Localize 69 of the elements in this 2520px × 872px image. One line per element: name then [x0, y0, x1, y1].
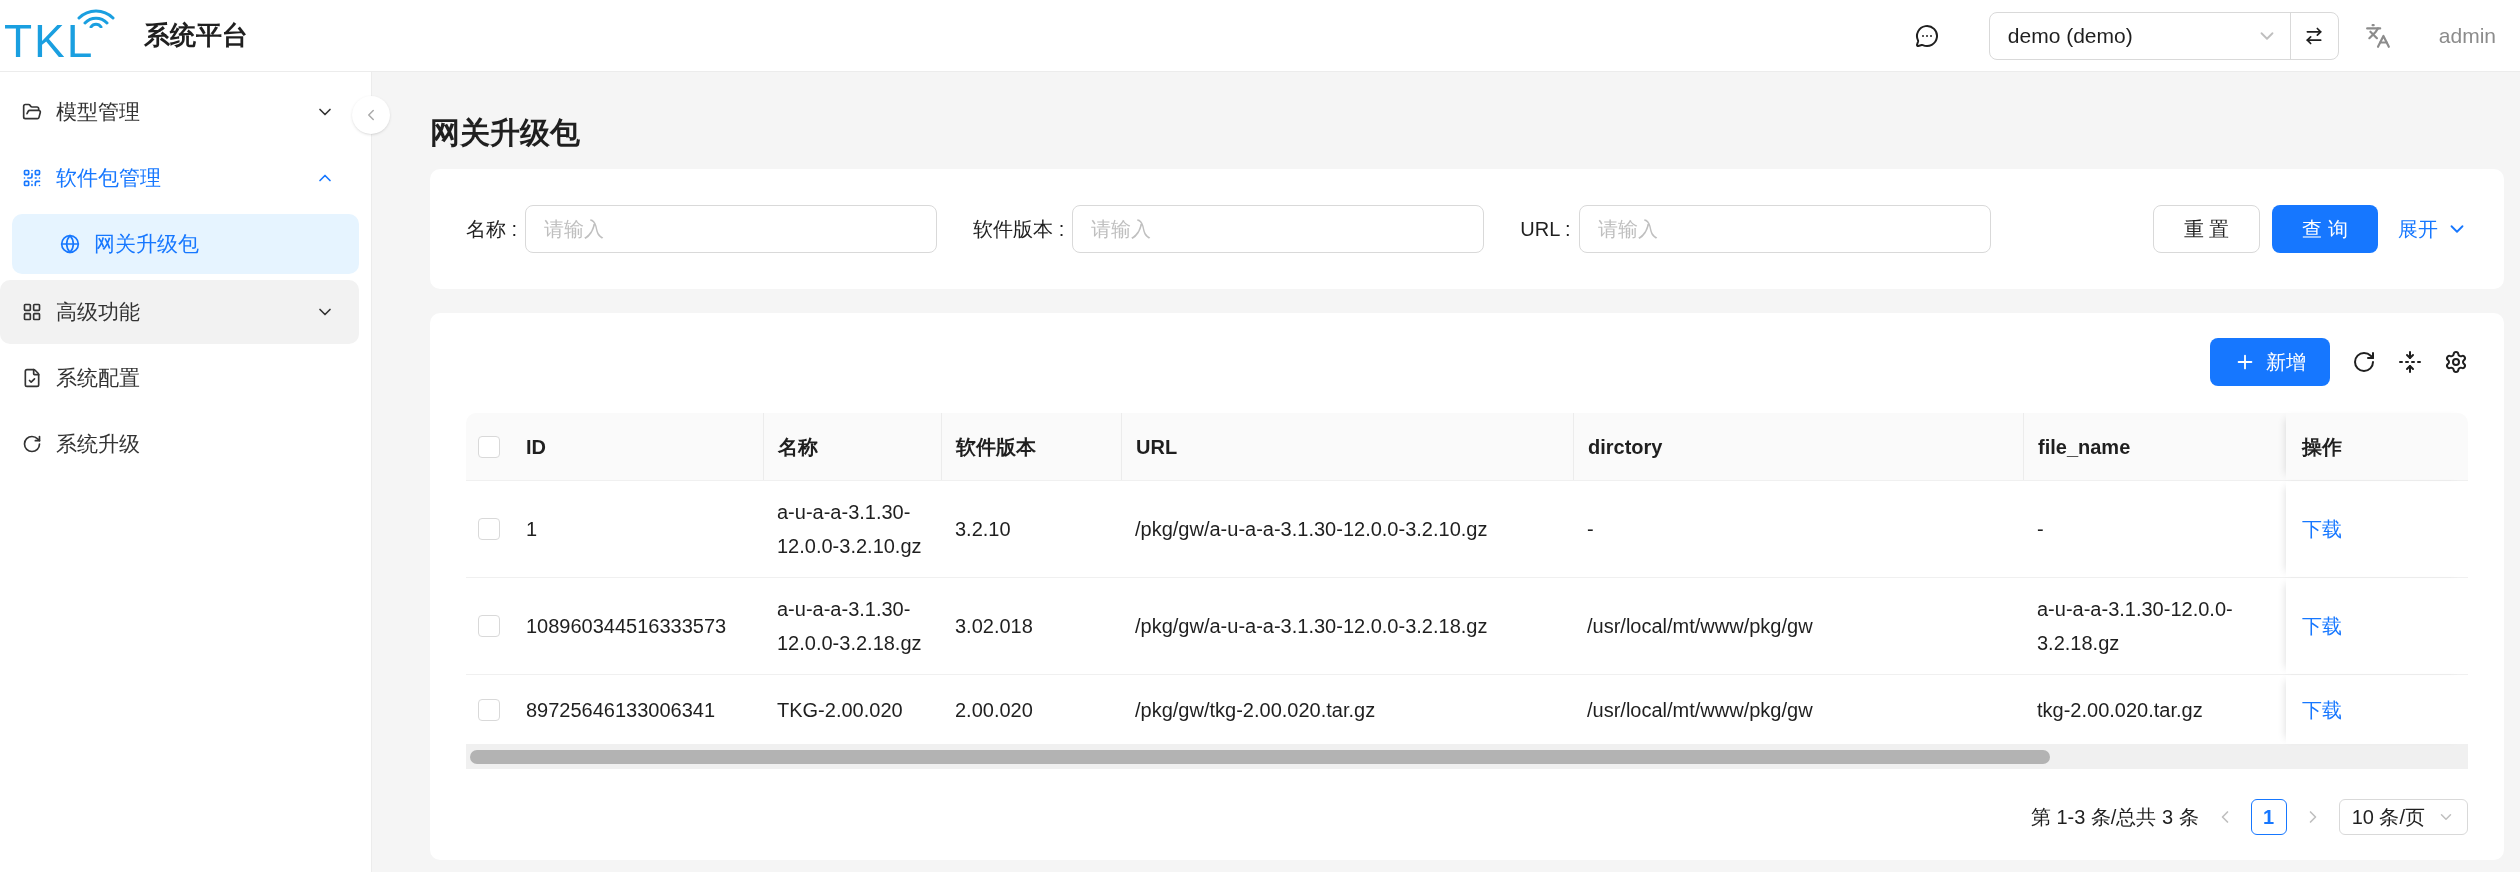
table-cell: a-u-a-a-3.1.30-12.0.0-3.2.10.gz [777, 501, 922, 557]
menu-icon [22, 168, 42, 188]
page-size-select[interactable]: 10 条/页 [2338, 799, 2468, 835]
field-label: URL : [1520, 217, 1571, 242]
chat-icon[interactable] [1914, 23, 1939, 48]
input-field[interactable]: 请输入 [1072, 205, 1485, 253]
table-cell: - [2037, 518, 2044, 540]
input-field[interactable]: 请输入 [1578, 205, 1991, 253]
menu-item[interactable]: 系统配置 [12, 346, 359, 410]
column-header: 名称 [778, 434, 818, 460]
collapse-button[interactable] [352, 96, 390, 134]
column-header: URL [1136, 434, 1178, 460]
table-cell: /pkg/gw/a-u-a-a-3.1.30-12.0.0-3.2.10.gz [1135, 518, 1488, 540]
table-cell: /pkg/gw/a-u-a-a-3.1.30-12.0.0-3.2.18.gz [1135, 615, 1488, 637]
table-cell: /pkg/gw/tkg-2.00.020.tar.gz [1135, 698, 1376, 721]
field-label: 软件版本 : [973, 217, 1065, 242]
settings-icon[interactable] [2444, 350, 2468, 374]
search-button[interactable]: 查 询 [2272, 205, 2378, 253]
submenu-item[interactable]: 网关升级包 [12, 214, 359, 274]
user-name[interactable]: admin [2438, 19, 2496, 52]
table-cell: /usr/local/mt/www/pkg/gw [1587, 698, 1813, 721]
translate-icon[interactable] [2364, 22, 2391, 49]
logo: TKL [4, 3, 116, 68]
checkbox[interactable] [477, 518, 500, 540]
table-cell: 3.2.10 [955, 518, 1011, 540]
globe-icon [60, 234, 80, 254]
reset-button[interactable]: 重 置 [2152, 205, 2261, 253]
table-cell: 108960344516333573 [526, 615, 727, 637]
input-field[interactable]: 请输入 [525, 205, 938, 253]
table-cell: 2.00.020 [955, 698, 1033, 721]
page-button[interactable]: 1 [2250, 799, 2287, 835]
pagination-summary: 第 1-3 条/总共 3 条 [2030, 805, 2199, 830]
app-title: 系统平台 [144, 19, 248, 52]
scrollbar-thumb[interactable] [470, 750, 2050, 764]
table-cell: 89725646133006341 [526, 698, 716, 721]
column-header: ID [526, 434, 546, 460]
download-link[interactable]: 下载 [2302, 514, 2342, 544]
checkbox[interactable] [477, 698, 500, 721]
menu-item[interactable]: 软件包管理 [12, 146, 359, 210]
menu-icon [22, 302, 42, 322]
menu-item[interactable]: 高级功能 [0, 280, 359, 344]
column-header: dirctory [1588, 434, 1663, 460]
table-cell: - [1587, 518, 1594, 540]
download-link[interactable]: 下载 [2302, 694, 2342, 725]
horizontal-scrollbar[interactable] [466, 745, 2468, 769]
expand-link[interactable]: 展开 [2398, 214, 2468, 244]
field-label: 名称 : [466, 217, 518, 242]
density-icon[interactable] [2398, 350, 2422, 374]
table-cell: a-u-a-a-3.1.30-12.0.0-3.2.18.gz [2037, 598, 2233, 654]
checkbox[interactable] [477, 615, 500, 637]
table-cell: TKG-2.00.020 [777, 698, 903, 721]
table-cell: a-u-a-a-3.1.30-12.0.0-3.2.18.gz [777, 598, 922, 654]
add-button[interactable]: 新增 [2210, 338, 2330, 386]
menu-icon [22, 434, 42, 454]
menu-icon [22, 368, 42, 388]
checkbox[interactable] [477, 435, 500, 458]
refresh-icon[interactable] [2352, 350, 2376, 374]
table-cell: /usr/local/mt/www/pkg/gw [1587, 615, 1813, 637]
column-header: file_name [2038, 434, 2131, 460]
table-cell: 3.02.018 [955, 615, 1033, 637]
menu-item[interactable]: 系统升级 [12, 412, 359, 476]
tenant-select[interactable]: demo (demo) [1988, 11, 2339, 60]
menu-icon [22, 102, 42, 122]
page-title: 网关升级包 [430, 115, 581, 151]
download-link[interactable]: 下载 [2302, 611, 2342, 641]
table-cell: tkg-2.00.020.tar.gz [2037, 698, 2203, 721]
table-cell: 1 [526, 518, 538, 540]
column-header: 操作 [2302, 434, 2342, 460]
column-header: 软件版本 [956, 434, 1036, 460]
